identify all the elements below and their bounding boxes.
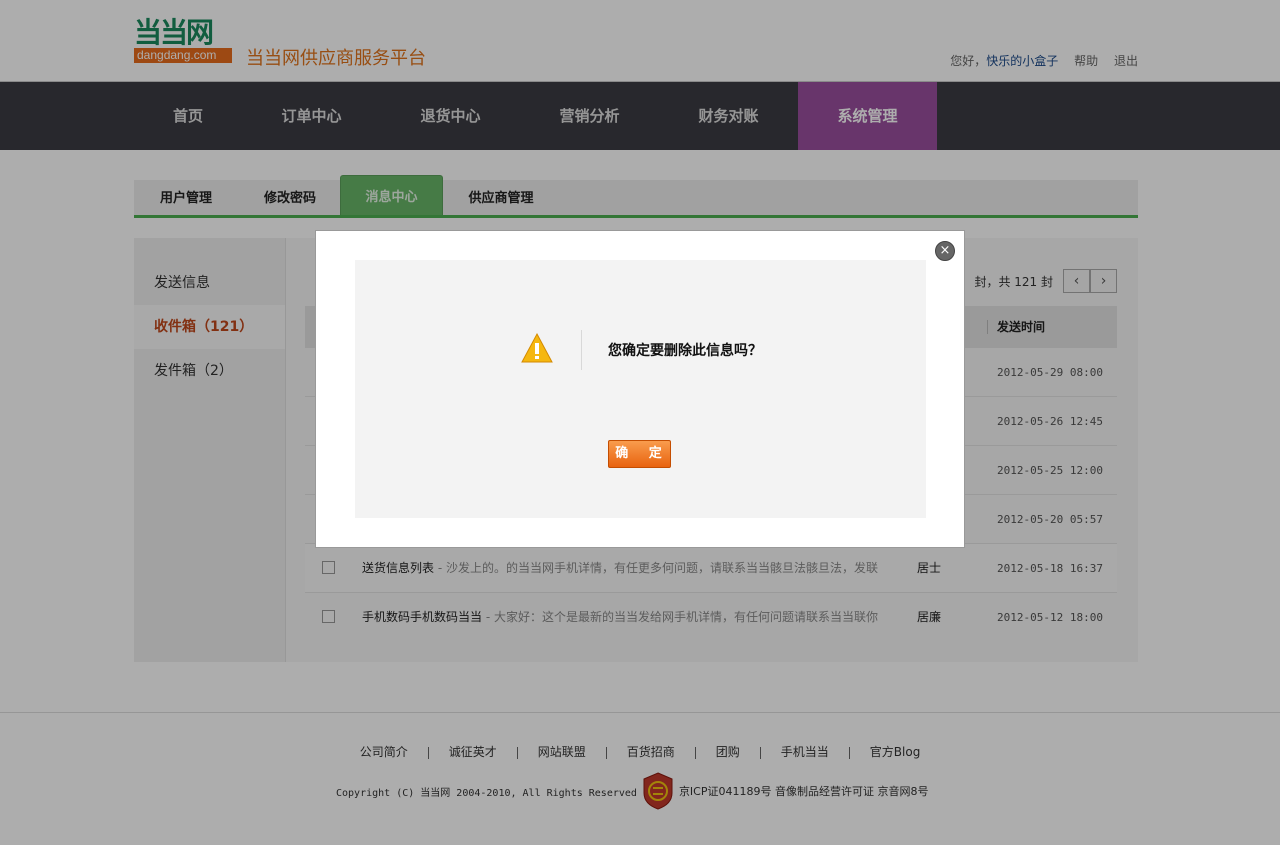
warning-icon [521, 332, 553, 363]
dialog-divider [581, 330, 582, 370]
dialog-body: 您确定要删除此信息吗？ 确 定 [355, 260, 926, 518]
dialog-message: 您确定要删除此信息吗？ [608, 343, 762, 359]
ok-button[interactable]: 确 定 [608, 440, 671, 468]
confirm-dialog: × 您确定要删除此信息吗？ 确 定 [315, 230, 965, 548]
close-icon[interactable]: × [935, 241, 955, 261]
